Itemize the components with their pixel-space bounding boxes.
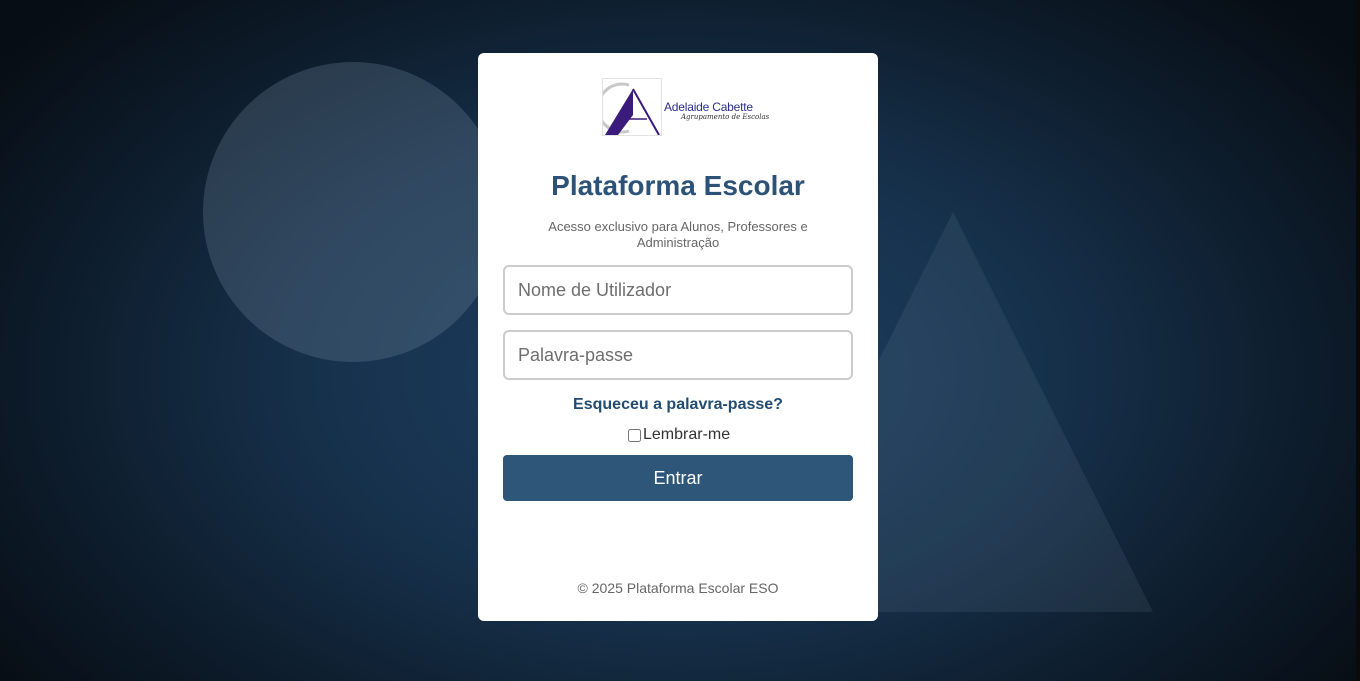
footer-copyright: © 2025 Plataforma Escolar ESO: [577, 580, 779, 596]
logo-ca-icon: [603, 82, 660, 135]
password-input[interactable]: [503, 330, 853, 380]
remember-me-checkbox[interactable]: [628, 428, 641, 442]
login-button[interactable]: Entrar: [503, 455, 853, 501]
login-card: Adelaide Cabette Agrupamento de Escolas …: [478, 53, 878, 621]
logo-name: Adelaide Cabette: [664, 100, 753, 114]
remember-me-label: Lembrar-me: [643, 426, 731, 443]
school-logo: Adelaide Cabette Agrupamento de Escolas: [602, 78, 769, 138]
window-edge: [1356, 0, 1360, 681]
forgot-password-link[interactable]: Esqueceu a palavra-passe?: [478, 395, 878, 415]
page-subtitle: Acesso exclusivo para Alunos, Professore…: [548, 219, 808, 250]
background-circle: [203, 62, 503, 362]
logo-emblem: [602, 78, 662, 136]
logo-tagline: Agrupamento de Escolas: [681, 113, 770, 121]
remember-me[interactable]: Lembrar-me: [628, 426, 730, 444]
username-input[interactable]: [503, 265, 853, 315]
page-title: Plataforma Escolar: [551, 170, 805, 201]
